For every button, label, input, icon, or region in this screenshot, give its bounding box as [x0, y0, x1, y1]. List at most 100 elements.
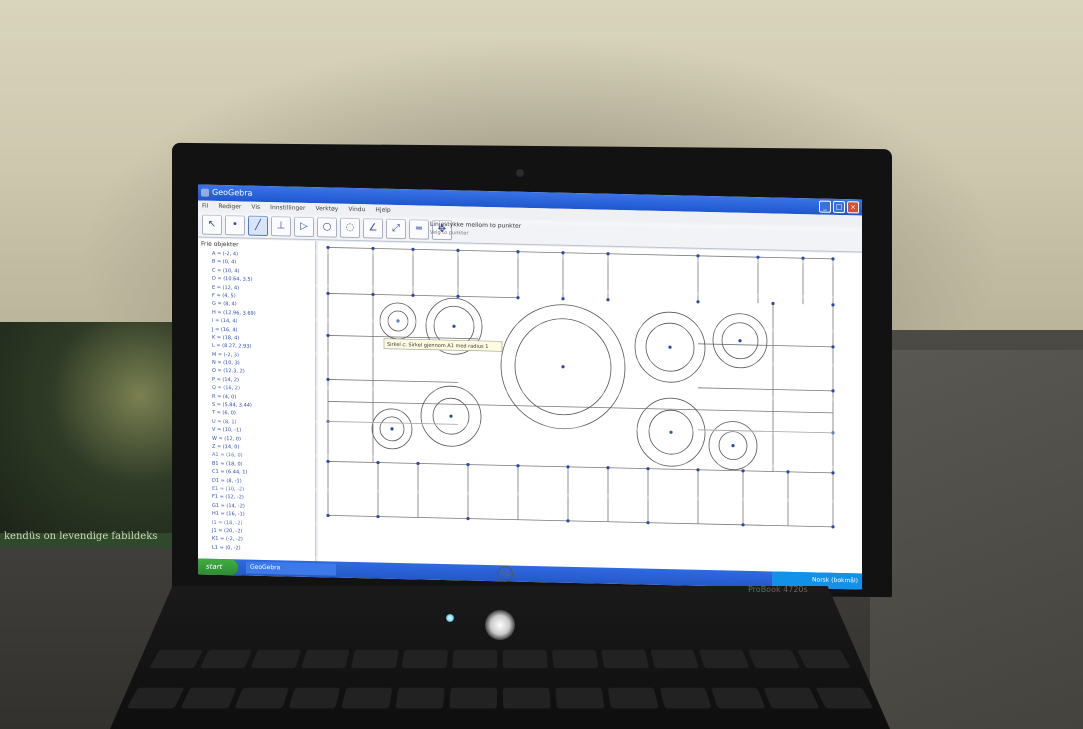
geometry-point[interactable]: [561, 297, 565, 301]
geometry-point[interactable]: [669, 430, 673, 434]
geometry-point[interactable]: [326, 291, 330, 296]
geometry-point[interactable]: [396, 319, 400, 323]
keyboard-key[interactable]: [607, 687, 659, 708]
geometry-point[interactable]: [376, 514, 380, 519]
graphics-view[interactable]: Sirkel c: Sirkel gjennom A1 med radius 1: [318, 241, 862, 574]
keyboard-key[interactable]: [452, 649, 498, 669]
geometry-point[interactable]: [831, 389, 835, 393]
keyboard-key[interactable]: [763, 687, 820, 708]
geometry-point[interactable]: [606, 466, 610, 470]
geometry-point[interactable]: [801, 256, 805, 260]
geometry-point[interactable]: [449, 414, 453, 418]
geometry-point[interactable]: [411, 293, 415, 297]
keyboard-key[interactable]: [815, 687, 874, 708]
keyboard-key[interactable]: [401, 649, 449, 669]
keyboard-key[interactable]: [699, 649, 750, 669]
taskbar-item-geogebra[interactable]: GeoGebra: [246, 561, 336, 576]
polygon-tool-icon[interactable]: ▷: [294, 216, 314, 238]
keyboard-key[interactable]: [351, 649, 400, 669]
menu-item[interactable]: Fil: [202, 201, 208, 212]
segment-tool-icon[interactable]: ╱: [248, 215, 268, 237]
geometry-point[interactable]: [831, 431, 835, 435]
geometry-point[interactable]: [668, 345, 672, 349]
keyboard-key[interactable]: [659, 687, 712, 708]
geometry-point[interactable]: [326, 513, 330, 518]
algebra-row[interactable]: L1 = (0, -2): [198, 543, 315, 554]
geometry-point[interactable]: [390, 427, 394, 431]
geometry-point[interactable]: [452, 324, 456, 328]
geometry-point[interactable]: [516, 464, 520, 468]
geometry-point[interactable]: [566, 519, 570, 523]
geometry-point[interactable]: [466, 462, 470, 467]
geometry-canvas[interactable]: Sirkel c: Sirkel gjennom A1 med radius 1: [318, 241, 862, 573]
keyboard-key[interactable]: [234, 687, 289, 708]
menu-item[interactable]: Rediger: [218, 201, 241, 213]
keyboard-key[interactable]: [551, 649, 599, 669]
keyboard-key[interactable]: [288, 687, 341, 708]
geometry-point[interactable]: [831, 525, 835, 529]
perpendicular-tool-icon[interactable]: ⊥: [271, 216, 291, 237]
geometry-point[interactable]: [696, 468, 700, 472]
slider-tool-icon[interactable]: ═: [409, 219, 429, 240]
geometry-point[interactable]: [741, 469, 745, 473]
geometry-point[interactable]: [831, 471, 835, 475]
geometry-point[interactable]: [831, 303, 835, 307]
geometry-point[interactable]: [326, 419, 330, 424]
geometry-point[interactable]: [456, 248, 460, 252]
geometry-point[interactable]: [326, 377, 330, 382]
menu-item[interactable]: Verktøy: [315, 203, 338, 215]
geometry-point[interactable]: [606, 252, 610, 256]
geometry-point[interactable]: [831, 345, 835, 349]
geometry-point[interactable]: [456, 294, 460, 298]
close-button[interactable]: ×: [847, 201, 859, 214]
angle-tool-icon[interactable]: ∠: [363, 218, 383, 239]
keyboard-key[interactable]: [149, 649, 203, 669]
geometry-point[interactable]: [371, 246, 375, 251]
menu-item[interactable]: Vindu: [348, 204, 365, 215]
geometry-point[interactable]: [371, 292, 375, 297]
minimize-button[interactable]: _: [819, 200, 831, 213]
reflect-tool-icon[interactable]: ⤢: [386, 218, 406, 240]
geometry-point[interactable]: [771, 301, 775, 306]
keyboard-key[interactable]: [797, 649, 851, 669]
menu-item[interactable]: Hjelp: [375, 204, 390, 215]
keyboard-key[interactable]: [300, 649, 350, 669]
geometry-point[interactable]: [756, 255, 760, 259]
keyboard-key[interactable]: [503, 687, 551, 708]
geometry-point[interactable]: [696, 300, 700, 304]
geometry-point[interactable]: [646, 521, 650, 525]
geometry-point[interactable]: [566, 465, 570, 469]
geometry-point[interactable]: [376, 460, 380, 465]
geometry-point[interactable]: [561, 251, 565, 255]
algebra-view[interactable]: Frie objekter A = (-2, 4) B = (0, 4) C = (…: [198, 238, 316, 562]
geometry-point[interactable]: [696, 254, 700, 258]
keyboard-key[interactable]: [748, 649, 801, 669]
start-button[interactable]: start: [198, 558, 238, 576]
keyboard-key[interactable]: [250, 649, 301, 669]
geometry-point[interactable]: [731, 444, 735, 448]
keyboard-key[interactable]: [199, 649, 252, 669]
keyboard-key[interactable]: [126, 687, 185, 708]
keyboard-key[interactable]: [600, 649, 649, 669]
geometry-point[interactable]: [561, 365, 565, 369]
conic-tool-icon[interactable]: ◌: [340, 217, 360, 239]
keyboard-key[interactable]: [555, 687, 605, 708]
circle-tool-icon[interactable]: ○: [317, 217, 337, 238]
keyboard-key[interactable]: [449, 687, 497, 708]
keyboard[interactable]: [95, 647, 906, 728]
geometry-point[interactable]: [606, 298, 610, 302]
menu-item[interactable]: Innstillinger: [270, 202, 305, 214]
keyboard-key[interactable]: [341, 687, 393, 708]
geometry-point[interactable]: [741, 523, 745, 527]
menu-item[interactable]: Vis: [251, 202, 260, 213]
geometry-point[interactable]: [516, 296, 520, 300]
maximize-button[interactable]: □: [833, 200, 845, 214]
keyboard-key[interactable]: [395, 687, 445, 708]
geometry-point[interactable]: [831, 257, 835, 261]
geometry-point[interactable]: [326, 333, 330, 338]
move-tool-icon[interactable]: ↖: [202, 214, 222, 236]
keyboard-key[interactable]: [711, 687, 766, 708]
keyboard-key[interactable]: [650, 649, 700, 669]
power-button[interactable]: [485, 610, 515, 640]
geometry-point[interactable]: [411, 247, 415, 251]
